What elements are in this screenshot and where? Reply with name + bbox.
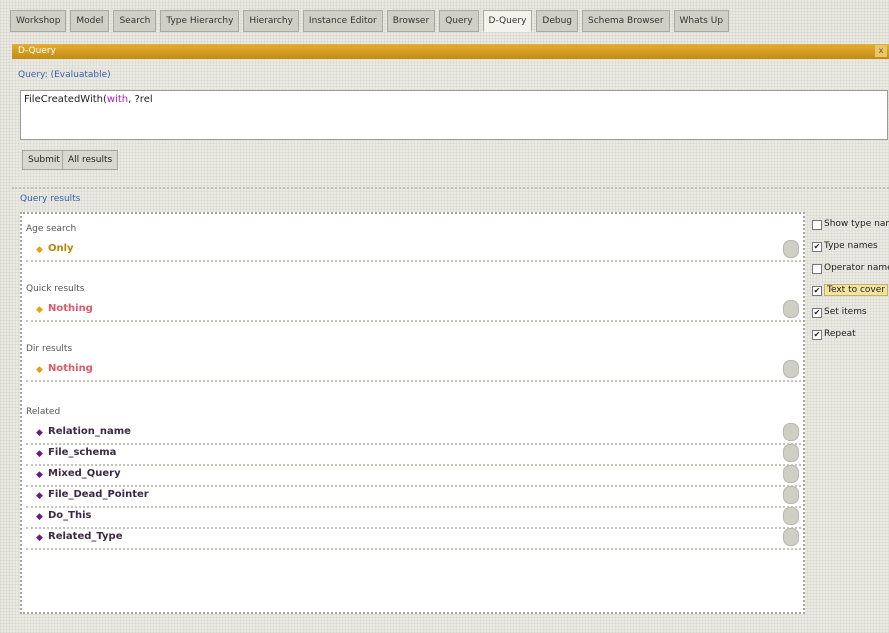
result-name[interactable]: Nothing — [48, 303, 93, 314]
circle-knob-icon[interactable] — [783, 423, 799, 441]
query-function-token: with — [106, 94, 129, 105]
tab-workshop[interactable]: Workshop — [10, 10, 67, 32]
arrow-tag-icon: ◆ — [36, 470, 43, 480]
option-checkbox[interactable]: Operator names — [812, 260, 889, 282]
result-row[interactable]: ◆ Do_This — [26, 507, 801, 529]
result-group-label: Quick results — [26, 284, 85, 294]
panel-title-bar: D-Query x — [12, 44, 889, 59]
arrow-tag-icon: ◆ — [36, 428, 43, 438]
tab-instance-editor[interactable]: Instance Editor — [302, 10, 383, 32]
checkbox-icon[interactable] — [812, 220, 822, 230]
tab-browser[interactable]: Browser — [386, 10, 436, 32]
query-results-link[interactable]: Query results — [20, 194, 80, 204]
result-name[interactable]: Relation_name — [48, 426, 131, 437]
arrow-tag-icon: ◆ — [36, 365, 43, 375]
circle-knob-icon[interactable] — [783, 360, 799, 378]
arrow-tag-icon: ◆ — [36, 305, 43, 315]
checkbox-icon[interactable]: ✔ — [812, 330, 822, 340]
option-label: Repeat — [824, 329, 856, 339]
close-icon[interactable]: x — [875, 45, 887, 57]
option-checkbox[interactable]: Show type names — [812, 216, 889, 238]
d-query-panel: D-Query x Query: (Evaluatable) FileCreat… — [12, 40, 889, 630]
panel-title: D-Query — [18, 46, 56, 56]
result-name[interactable]: Only — [48, 243, 74, 254]
circle-knob-icon[interactable] — [783, 507, 799, 525]
result-name[interactable]: File_Dead_Pointer — [48, 489, 149, 500]
results-list: Age search ◆ Only Quick results ◆ Nothing Dir … — [20, 212, 805, 614]
arrow-tag-icon: ◆ — [36, 533, 43, 543]
tab-whats-up[interactable]: Whats Up — [673, 10, 730, 32]
result-group-label: Dir results — [26, 344, 73, 354]
arrow-tag-icon: ◆ — [36, 491, 43, 501]
result-group-label: Related — [26, 407, 61, 417]
result-row[interactable]: ◆ Nothing — [26, 300, 801, 322]
result-row[interactable]: ◆ Nothing — [26, 360, 801, 382]
tab-type-hierarchy[interactable]: Type Hierarchy — [160, 10, 240, 32]
tab-d-query[interactable]: D-Query — [482, 10, 533, 32]
submit-button[interactable]: Submit — [22, 150, 66, 170]
checkbox-icon[interactable] — [812, 264, 822, 274]
result-row[interactable]: ◆ Related_Type — [26, 528, 801, 550]
section-divider — [12, 187, 889, 189]
all-results-button[interactable]: All results — [62, 150, 119, 170]
result-name[interactable]: Mixed_Query — [48, 468, 121, 479]
query-suffix: , ?rel — [128, 94, 153, 105]
option-checkbox[interactable]: ✔ Text to cover — [812, 282, 889, 304]
tab-query[interactable]: Query — [439, 10, 479, 32]
option-checkbox[interactable]: ✔ Type names — [812, 238, 889, 260]
tab-bar: Workshop Model Search Type Hierarchy Hierarc… — [10, 10, 730, 32]
checkbox-icon[interactable]: ✔ — [812, 308, 822, 318]
option-label: Text to cover — [824, 284, 888, 296]
circle-knob-icon[interactable] — [783, 444, 799, 462]
result-name[interactable]: File_schema — [48, 447, 116, 458]
checkbox-icon[interactable]: ✔ — [812, 286, 822, 296]
tab-hierarchy[interactable]: Hierarchy — [243, 10, 299, 32]
query-label-link[interactable]: Query: (Evaluatable) — [18, 70, 111, 80]
circle-knob-icon[interactable] — [783, 528, 799, 546]
result-name[interactable]: Do_This — [48, 510, 92, 521]
tab-schema-browser[interactable]: Schema Browser — [582, 10, 670, 32]
arrow-tag-icon: ◆ — [36, 245, 43, 255]
options-list: Show type names✔Type namesOperator names… — [812, 216, 889, 348]
circle-knob-icon[interactable] — [783, 300, 799, 318]
query-prefix: FileCreatedWith( — [24, 94, 107, 105]
option-label: Type names — [824, 241, 878, 251]
tab-model[interactable]: Model — [70, 10, 110, 32]
result-name[interactable]: Nothing — [48, 363, 93, 374]
option-label: Operator names — [824, 263, 889, 273]
checkbox-icon[interactable]: ✔ — [812, 242, 822, 252]
result-row[interactable]: ◆ Mixed_Query — [26, 465, 801, 487]
option-checkbox[interactable]: ✔ Repeat — [812, 326, 889, 348]
tab-search[interactable]: Search — [113, 10, 157, 32]
option-checkbox[interactable]: ✔ Set items — [812, 304, 889, 326]
circle-knob-icon[interactable] — [783, 240, 799, 258]
arrow-tag-icon: ◆ — [36, 512, 43, 522]
result-row[interactable]: ◆ File_Dead_Pointer — [26, 486, 801, 508]
arrow-tag-icon: ◆ — [36, 449, 43, 459]
result-group-label: Age search — [26, 224, 77, 234]
option-label: Show type names — [824, 219, 889, 229]
result-name[interactable]: Related_Type — [48, 531, 122, 542]
result-row[interactable]: ◆ File_schema — [26, 444, 801, 466]
query-input[interactable]: FileCreatedWith(with, ?rel — [20, 90, 888, 140]
result-row[interactable]: ◆ Only — [26, 240, 801, 262]
tab-debug[interactable]: Debug — [536, 10, 579, 32]
circle-knob-icon[interactable] — [783, 486, 799, 504]
circle-knob-icon[interactable] — [783, 465, 799, 483]
result-row[interactable]: ◆ Relation_name — [26, 423, 801, 445]
option-label: Set items — [824, 307, 867, 317]
